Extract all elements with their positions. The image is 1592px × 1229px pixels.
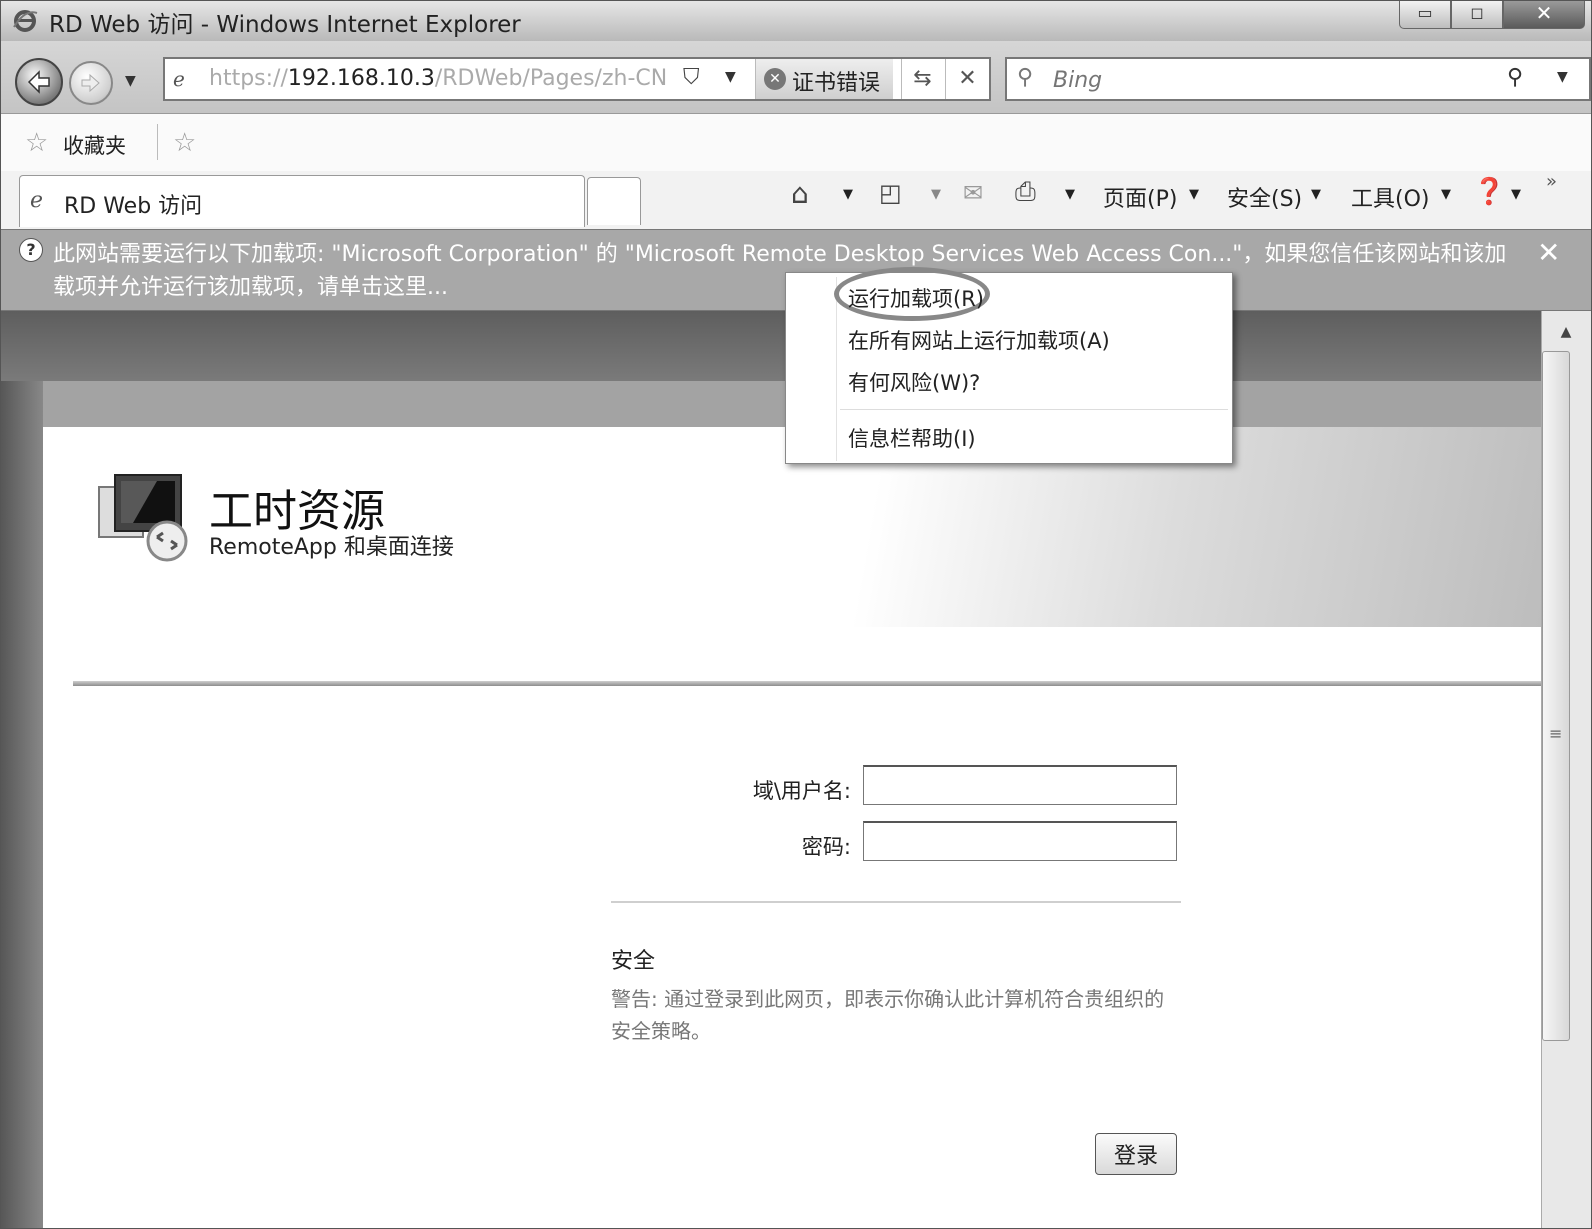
scroll-grip-icon: ≡ [1549,724,1563,743]
feeds-dropdown[interactable]: ▼ [931,187,941,202]
recent-pages-dropdown[interactable]: ▼ [125,73,136,89]
url-path: /RDWeb/Pages/zh-CN [434,66,668,91]
menu-what-is-the-risk[interactable]: 有何风险(W)? [848,367,980,397]
back-button[interactable] [15,58,63,106]
search-options-dropdown[interactable]: ▼ [1557,69,1568,85]
help-icon[interactable]: ❓ [1473,177,1505,207]
page-icon: ℯ [173,67,185,91]
scroll-up-arrow[interactable]: ▲ [1548,317,1584,347]
url-host: 192.168.10.3 [287,66,435,91]
error-x-icon: ✕ [764,68,786,90]
navigation-bar: ▼ ℯ https://192.168.10.3/RDWeb/Pages/zh-… [1,41,1591,113]
window-title: RD Web 访问 - Windows Internet Explorer [49,12,521,38]
home-dropdown[interactable]: ▼ [843,187,853,202]
tools-menu-arrow[interactable]: ▼ [1441,187,1451,202]
page-menu[interactable]: 页面(P) [1103,181,1177,213]
title-bar: RD Web 访问 - Windows Internet Explorer ▭ … [1,1,1591,41]
url-scheme: https:// [209,66,288,91]
password-field[interactable] [863,821,1177,861]
search-bar[interactable]: ⚲ ⚲ ▼ [1005,57,1591,101]
ie-icon: ℯ [30,188,44,213]
favorites-bar: ☆ 收藏夹 ☆ [1,113,1591,171]
scroll-thumb[interactable]: ≡ [1542,351,1570,1041]
remote-desktop-icon [98,474,188,562]
safety-menu[interactable]: 安全(S) [1227,181,1302,213]
add-favorite-icon[interactable]: ☆ [173,128,196,158]
stop-icon: ✕ [958,66,977,91]
menu-run-add-on-all-sites[interactable]: 在所有网站上运行加载项(A) [848,325,1110,355]
star-icon[interactable]: ☆ [25,128,48,158]
print-icon[interactable]: ⎙ [1015,177,1036,208]
search-input[interactable] [1053,65,1473,95]
favorites-button[interactable]: 收藏夹 [63,130,126,160]
page-banner [1,311,1541,381]
safety-menu-arrow[interactable]: ▼ [1311,187,1321,202]
menu-gutter [836,277,837,461]
close-window-button[interactable]: ✕ [1503,1,1585,29]
mail-icon[interactable]: ✉ [963,179,983,207]
url-text[interactable]: https://192.168.10.3/RDWeb/Pages/zh-CN [209,66,667,91]
login-card: 工时资源 RemoteApp 和桌面连接 域\用户名: 密码: 安全 警告: 通… [43,381,1541,1228]
certificate-error-label: 证书错误 [792,71,881,96]
stop-button[interactable]: ✕ [945,59,989,99]
refresh-button[interactable]: ⇆ [901,59,943,99]
search-icon[interactable]: ⚲ [1507,65,1523,90]
menu-run-add-on[interactable]: 运行加载项(R) [848,283,984,313]
page-subtitle: RemoteApp 和桌面连接 [209,535,454,560]
home-icon[interactable]: ⌂ [791,177,809,210]
security-warning: 警告: 通过登录到此网页，即表示你确认此计算机符合贵组织的安全策略。 [611,987,1165,1043]
refresh-icon: ⇆ [913,66,932,91]
vertical-scrollbar[interactable]: ▲ ≡ [1541,311,1591,1228]
tab-rd-web-access[interactable]: ℯ RD Web 访问 [19,175,585,227]
menu-separator [840,409,1228,410]
username-field[interactable] [863,765,1177,805]
divider [157,124,158,160]
password-label: 密码: [801,835,851,859]
feeds-icon[interactable]: ◰ [879,179,902,207]
add-on-context-menu: 运行加载项(R) 在所有网站上运行加载项(A) 有何风险(W)? 信息栏帮助(I… [785,267,1233,464]
page-left-edge [1,381,43,1228]
ie-icon [13,10,38,32]
tab-row: ℯ RD Web 访问 ⌂ ▼ ◰ ▼ ✉ ⎙ ▼ 页面(P) ▼ 安全(S) … [1,171,1591,229]
info-question-icon: ? [19,238,43,262]
new-tab-button[interactable] [587,177,641,225]
page-viewport: 工时资源 RemoteApp 和桌面连接 域\用户名: 密码: 安全 警告: 通… [1,311,1541,1228]
menu-information-bar-help[interactable]: 信息栏帮助(I) [848,423,976,453]
search-provider-icon: ⚲ [1017,65,1034,90]
info-bar-close-button[interactable]: ✕ [1537,236,1560,269]
form-divider [611,901,1181,903]
forward-button[interactable] [69,61,113,105]
address-dropdown[interactable]: ▼ [725,69,736,85]
header-divider [73,681,1541,686]
login-button[interactable]: 登录 [1095,1133,1177,1175]
tab-label: RD Web 访问 [64,194,203,219]
username-label: 域\用户名: [752,779,851,803]
maximize-button[interactable]: ◻ [1451,1,1503,29]
tools-menu[interactable]: 工具(O) [1351,181,1429,213]
back-arrow-icon [27,70,50,94]
forward-arrow-icon [81,73,100,93]
more-commands-chevron[interactable]: » [1546,171,1557,192]
shield-icon[interactable]: ⛉ [683,65,700,90]
certificate-error-button[interactable]: ✕ 证书错误 [755,59,893,99]
page-menu-arrow[interactable]: ▼ [1189,187,1199,202]
security-heading: 安全 [611,949,656,974]
minimize-button[interactable]: ▭ [1399,1,1451,29]
print-dropdown[interactable]: ▼ [1065,187,1075,202]
address-bar[interactable]: ℯ https://192.168.10.3/RDWeb/Pages/zh-CN… [163,57,991,101]
browser-window: RD Web 访问 - Windows Internet Explorer ▭ … [0,0,1592,1229]
help-dropdown[interactable]: ▼ [1511,187,1521,202]
